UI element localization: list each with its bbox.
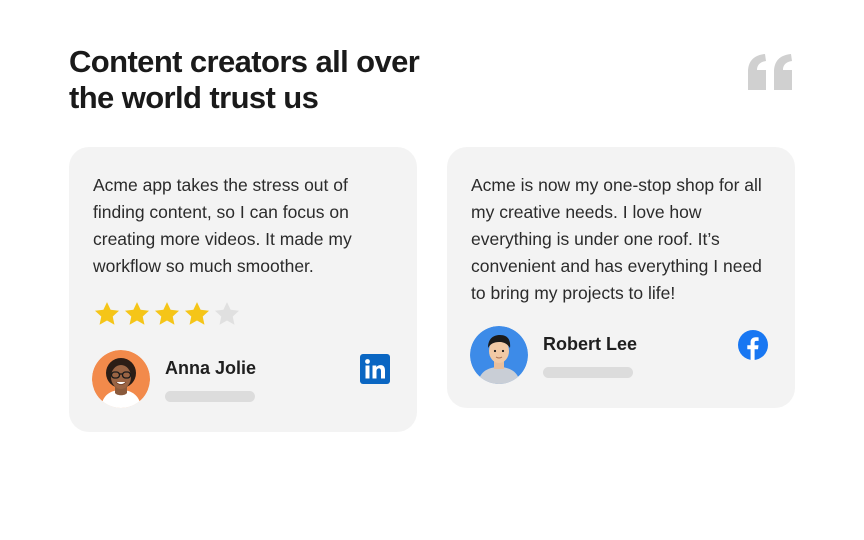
headline-line-1: Content creators all over <box>69 44 420 79</box>
headline-line-2: the world trust us <box>69 80 319 115</box>
testimonial-text: Acme app takes the stress out of finding… <box>93 175 352 276</box>
linkedin-icon[interactable] <box>360 354 390 384</box>
testimonial-card-robert-lee: Acme is now my one-stop shop for all my … <box>447 147 795 408</box>
star-filled-icon <box>94 302 120 325</box>
star-filled-icon <box>184 302 210 325</box>
quote-icon <box>748 54 792 90</box>
star-rating <box>93 300 241 328</box>
author-name: Robert Lee <box>543 334 638 354</box>
avatar-anna-jolie <box>92 350 150 408</box>
star-filled-icon <box>124 302 150 325</box>
avatar-robert-lee <box>470 326 528 384</box>
author-name: Anna Jolie <box>165 358 257 378</box>
page-headline: Content creators all over the world trus… <box>69 44 489 116</box>
testimonial-card-anna-jolie: Acme app takes the stress out of finding… <box>69 147 417 432</box>
star-empty-icon <box>214 302 240 325</box>
star-filled-icon <box>154 302 180 325</box>
testimonial-text: Acme is now my one-stop shop for all my … <box>471 175 762 303</box>
facebook-icon[interactable] <box>738 330 768 360</box>
author-subtitle-placeholder <box>165 391 255 402</box>
author-subtitle-placeholder <box>543 367 633 378</box>
